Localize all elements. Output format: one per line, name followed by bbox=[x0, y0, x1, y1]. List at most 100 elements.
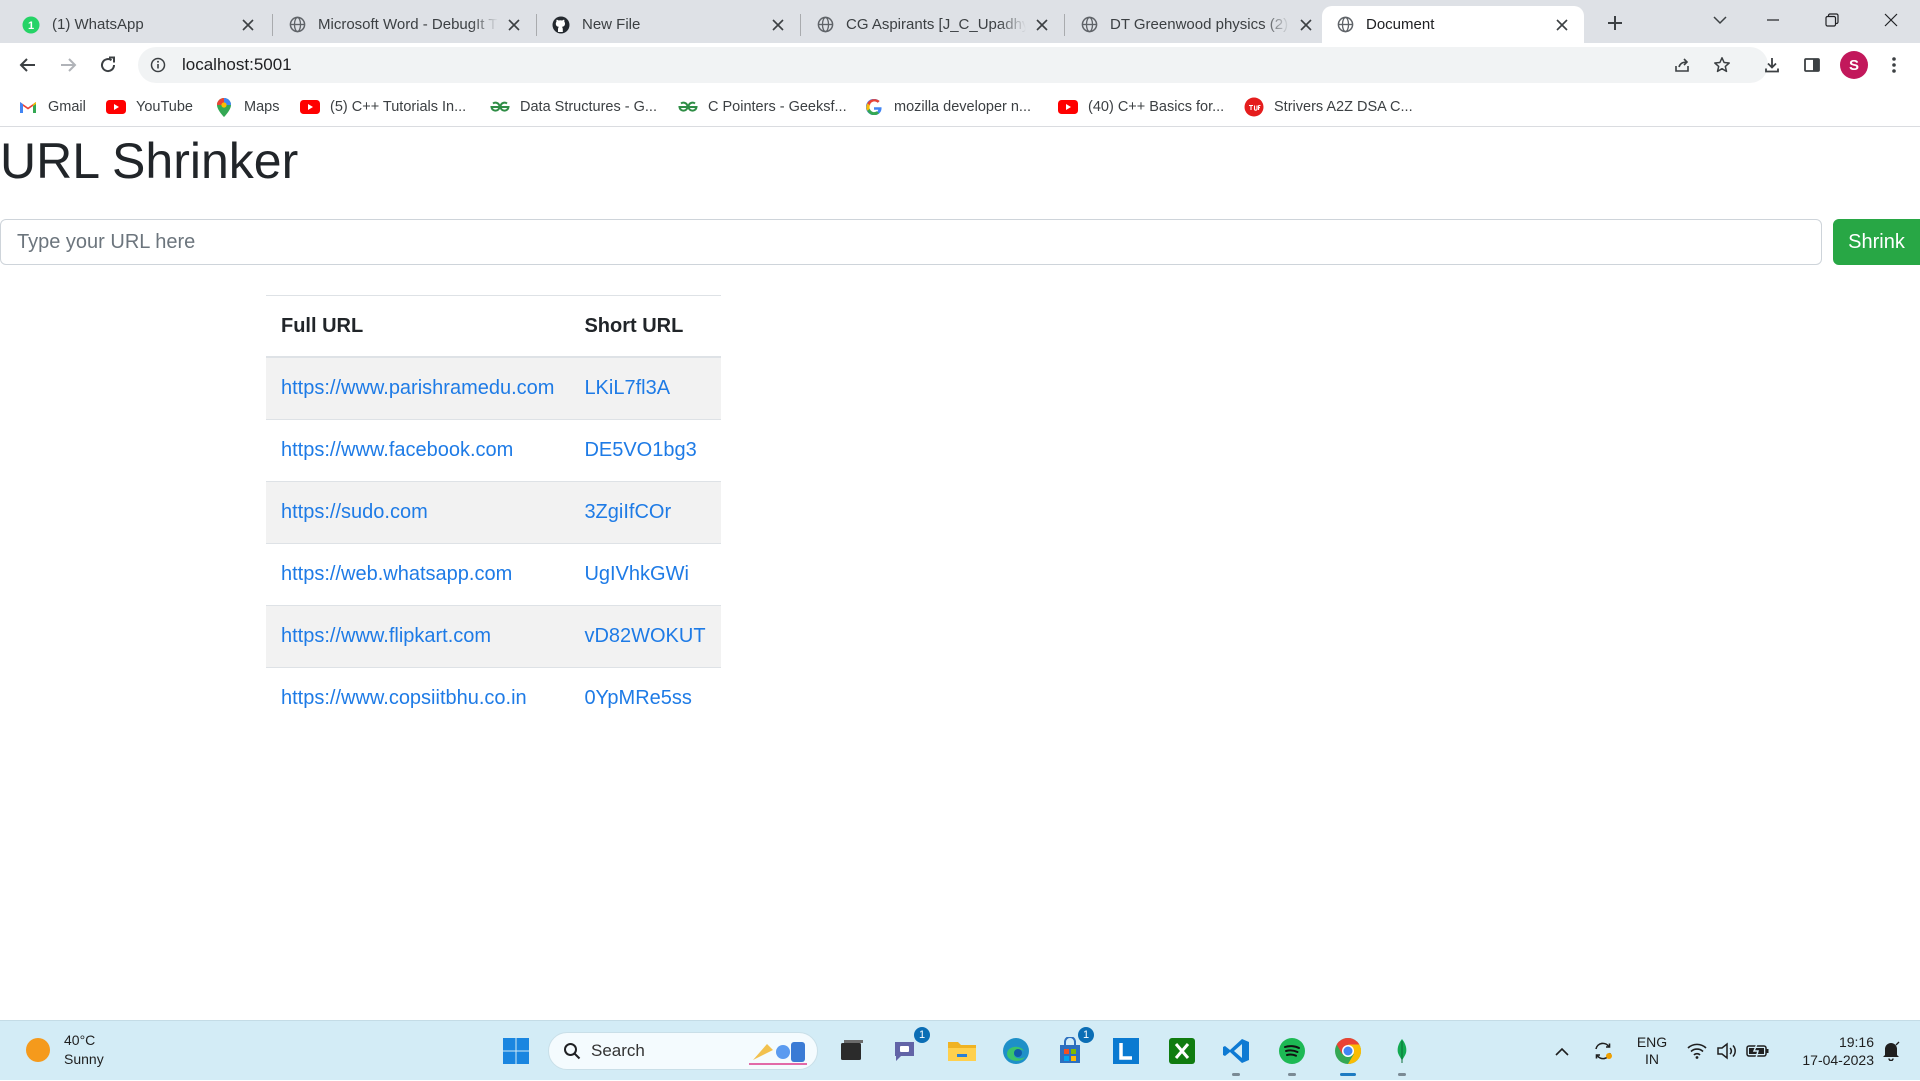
restore-button[interactable] bbox=[1803, 0, 1861, 40]
url-input[interactable] bbox=[0, 219, 1822, 265]
chrome-menu-button[interactable] bbox=[1878, 49, 1910, 81]
side-panel-button[interactable] bbox=[1796, 49, 1828, 81]
close-tab-icon[interactable] bbox=[504, 15, 524, 35]
full-url-link[interactable]: https://sudo.com bbox=[281, 501, 428, 523]
short-url-link[interactable]: UgIVhkGWi bbox=[584, 563, 688, 585]
full-url-link[interactable]: https://www.parishramedu.com bbox=[281, 377, 554, 399]
bookmark-cpp-tutorials[interactable]: (5) C++ Tutorials In... bbox=[300, 95, 466, 119]
close-window-button[interactable] bbox=[1862, 0, 1920, 40]
battery-charging-icon bbox=[1746, 1043, 1769, 1059]
short-url-link[interactable]: DE5VO1bg3 bbox=[584, 439, 696, 461]
full-url-link[interactable]: https://web.whatsapp.com bbox=[281, 563, 512, 585]
mongodb-compass-button[interactable] bbox=[1384, 1033, 1420, 1076]
search-icon bbox=[563, 1042, 581, 1060]
full-url-link[interactable]: https://www.facebook.com bbox=[281, 439, 513, 461]
reload-button[interactable] bbox=[92, 49, 124, 81]
bookmark-youtube[interactable]: YouTube bbox=[106, 95, 193, 119]
tab-greenwood-physics[interactable]: DT Greenwood physics (2).p bbox=[1066, 6, 1328, 43]
side-panel-icon bbox=[1804, 58, 1820, 72]
tab-document-active[interactable]: Document bbox=[1322, 6, 1584, 43]
notification-badge: 1 bbox=[914, 1027, 930, 1043]
short-url-cell: UgIVhkGWi bbox=[569, 543, 721, 606]
sun-icon bbox=[26, 1038, 50, 1062]
short-url-link[interactable]: 3ZgiIfCOr bbox=[584, 501, 671, 523]
short-url-link[interactable]: vD82WOKUT bbox=[584, 625, 705, 647]
show-hidden-icons-button[interactable] bbox=[1550, 1021, 1574, 1081]
bookmark-strivers-a2z[interactable]: Strivers A2Z DSA C... bbox=[1244, 95, 1413, 119]
page-content: URL Shrinker Shrink Full URL Short URL h… bbox=[0, 127, 1920, 1020]
wifi-button[interactable] bbox=[1684, 1021, 1710, 1081]
address-url[interactable]: localhost:5001 bbox=[182, 55, 292, 75]
tab-whatsapp[interactable]: 1 (1) WhatsApp bbox=[8, 6, 270, 43]
edge-button[interactable] bbox=[998, 1033, 1034, 1069]
close-tab-icon[interactable] bbox=[1552, 15, 1572, 35]
sync-button[interactable] bbox=[1588, 1021, 1618, 1081]
short-url-link[interactable]: 0YpMRe5ss bbox=[584, 687, 691, 709]
close-tab-icon[interactable] bbox=[768, 15, 788, 35]
chevron-down-icon bbox=[1713, 16, 1727, 25]
full-url-link[interactable]: https://www.flipkart.com bbox=[281, 625, 491, 647]
l-app-button[interactable] bbox=[1108, 1033, 1144, 1069]
minimize-button[interactable] bbox=[1744, 0, 1802, 40]
new-tab-button[interactable] bbox=[1600, 8, 1630, 38]
plus-icon bbox=[1608, 16, 1622, 30]
language-indicator[interactable]: ENG IN bbox=[1630, 1021, 1674, 1081]
battery-button[interactable] bbox=[1744, 1021, 1772, 1081]
windows-start-button[interactable] bbox=[498, 1033, 534, 1069]
notifications-button[interactable] bbox=[1876, 1021, 1906, 1081]
file-explorer-button[interactable] bbox=[944, 1033, 980, 1069]
bookmark-gmail[interactable]: Gmail bbox=[18, 95, 86, 119]
full-url-link[interactable]: https://www.copsiitbhu.co.in bbox=[281, 687, 527, 709]
star-icon bbox=[1714, 57, 1730, 73]
bookmark-maps[interactable]: Maps bbox=[214, 95, 279, 119]
vscode-icon bbox=[1223, 1039, 1249, 1063]
tab-cg-aspirants[interactable]: CG Aspirants [J_C_Upadhyay bbox=[802, 6, 1064, 43]
site-info-icon[interactable] bbox=[148, 55, 168, 75]
microsoft-store-button[interactable]: 1 bbox=[1052, 1027, 1094, 1069]
tab-title: (1) WhatsApp bbox=[52, 16, 144, 33]
vscode-button[interactable] bbox=[1218, 1033, 1254, 1076]
tab-search-button[interactable] bbox=[1690, 0, 1750, 40]
bookmark-cpp-basics[interactable]: (40) C++ Basics for... bbox=[1058, 95, 1224, 119]
tab-divider bbox=[800, 14, 801, 36]
short-url-link[interactable]: LKiL7fl3A bbox=[584, 377, 670, 399]
address-bar[interactable]: localhost:5001 bbox=[138, 47, 1768, 83]
tab-github-new-file[interactable]: New File bbox=[538, 6, 800, 43]
sync-icon bbox=[1595, 1042, 1612, 1060]
tab-divider bbox=[272, 14, 273, 36]
url-table: Full URL Short URL https://www.parishram… bbox=[266, 295, 721, 729]
profile-avatar[interactable]: S bbox=[1840, 51, 1868, 79]
clock-time: 19:16 bbox=[1838, 1034, 1874, 1050]
back-button[interactable] bbox=[12, 49, 44, 81]
globe-icon bbox=[816, 16, 834, 34]
close-tab-icon[interactable] bbox=[1296, 15, 1316, 35]
share-button[interactable] bbox=[1666, 49, 1698, 81]
close-tab-icon[interactable] bbox=[238, 15, 258, 35]
running-indicator bbox=[1288, 1073, 1296, 1076]
downloads-button[interactable] bbox=[1756, 49, 1788, 81]
spotify-icon bbox=[1279, 1038, 1305, 1064]
teams-chat-button[interactable]: 1 bbox=[888, 1027, 930, 1069]
bookmark-data-structures[interactable]: Data Structures - G... bbox=[490, 95, 657, 119]
volume-button[interactable] bbox=[1714, 1021, 1740, 1081]
geeksforgeeks-icon bbox=[490, 97, 510, 117]
minimize-icon bbox=[1767, 19, 1779, 21]
shrink-button[interactable]: Shrink bbox=[1833, 219, 1920, 265]
clock[interactable]: 19:16 17-04-2023 bbox=[1780, 1021, 1874, 1081]
bookmark-mozilla-developer[interactable]: mozilla developer n... bbox=[864, 95, 1031, 119]
xbox-button[interactable] bbox=[1164, 1033, 1200, 1069]
maps-icon bbox=[214, 97, 234, 117]
bookmark-star-button[interactable] bbox=[1706, 49, 1738, 81]
search-highlight-icon bbox=[747, 1036, 809, 1066]
taskbar-search-box[interactable]: Search bbox=[548, 1032, 818, 1070]
forward-button[interactable] bbox=[52, 49, 84, 81]
close-tab-icon[interactable] bbox=[1032, 15, 1052, 35]
task-view-button[interactable] bbox=[834, 1033, 870, 1069]
running-indicator bbox=[1340, 1073, 1356, 1076]
chrome-button[interactable] bbox=[1330, 1033, 1366, 1076]
bookmark-c-pointers[interactable]: C Pointers - Geeksf... bbox=[678, 95, 847, 119]
tab-word-debugit[interactable]: Microsoft Word - DebugIt T bbox=[274, 6, 536, 43]
youtube-icon bbox=[106, 97, 126, 117]
spotify-button[interactable] bbox=[1274, 1033, 1310, 1076]
weather-widget[interactable]: 40°C Sunny bbox=[26, 1031, 104, 1069]
